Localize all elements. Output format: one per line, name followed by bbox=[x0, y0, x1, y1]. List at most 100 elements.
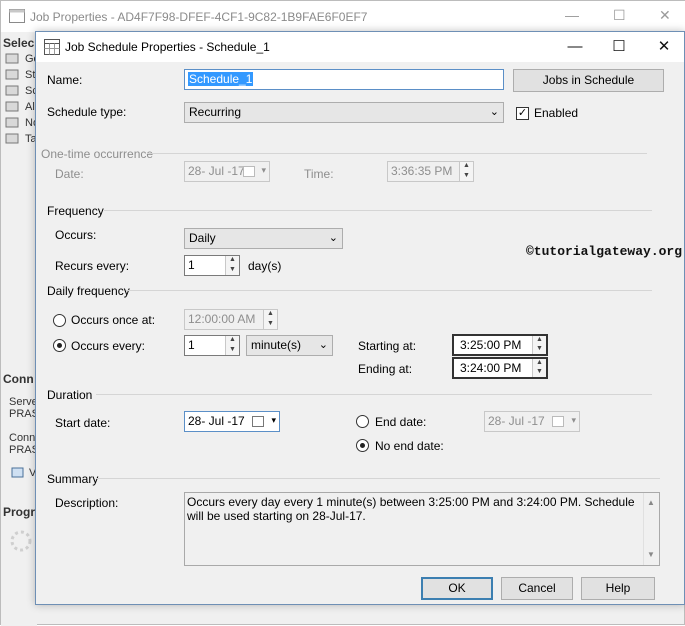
spin-up-icon: ▲ bbox=[229, 336, 236, 343]
jobs-in-schedule-button[interactable]: Jobs in Schedule bbox=[513, 69, 664, 92]
occurs-label: Occurs: bbox=[55, 228, 97, 242]
connection-icon bbox=[11, 467, 24, 478]
nav-item[interactable]: Al bbox=[25, 101, 35, 113]
occurs-every-input[interactable]: 1 ▲ ▼ bbox=[184, 335, 240, 356]
spin-up-icon: ▲ bbox=[267, 310, 274, 317]
schedule-type-value: Recurring bbox=[189, 105, 242, 119]
occurs-value: Daily bbox=[189, 231, 216, 245]
maximize-icon[interactable]: ☐ bbox=[613, 7, 626, 24]
recurs-spinner[interactable]: ▲ ▼ bbox=[225, 256, 239, 275]
one-time-date-label: Date: bbox=[55, 167, 84, 181]
dialog-titlebar: Job Schedule Properties - Schedule_1 — ☐… bbox=[36, 32, 684, 62]
schedule-type-select[interactable]: Recurring ⌄ bbox=[184, 102, 504, 123]
spin-up-icon: ▲ bbox=[463, 162, 470, 169]
dropdown-arrow-icon: ⌄ bbox=[318, 339, 328, 351]
description-textbox[interactable]: Occurs every day every 1 minute(s) betwe… bbox=[184, 492, 660, 566]
occurs-every-value: 1 bbox=[188, 338, 195, 352]
one-time-header: One-time occurrence bbox=[41, 147, 154, 161]
spin-down-icon: ▼ bbox=[536, 368, 543, 375]
description-text: Occurs every day every 1 minute(s) betwe… bbox=[187, 495, 635, 523]
summary-header: Summary bbox=[47, 472, 99, 486]
occurs-every-unit-value: minute(s) bbox=[251, 338, 302, 352]
dialog-title: Job Schedule Properties - Schedule_1 bbox=[65, 40, 270, 54]
maximize-icon[interactable]: ☐ bbox=[606, 36, 632, 58]
page-icon bbox=[5, 85, 19, 96]
recurs-every-input[interactable]: 1 ▲ ▼ bbox=[184, 255, 240, 276]
start-date-picker[interactable]: 28- Jul -17 ▾ bbox=[184, 411, 280, 432]
occurs-every-unit-select[interactable]: minute(s) ⌄ bbox=[246, 335, 333, 356]
occurs-select[interactable]: Daily ⌄ bbox=[184, 228, 343, 249]
occurs-every-radio[interactable] bbox=[53, 339, 66, 352]
end-date-label: End date: bbox=[375, 415, 427, 429]
dropdown-arrow-icon: ⌄ bbox=[328, 232, 338, 244]
minimize-icon[interactable]: — bbox=[565, 7, 579, 23]
page-icon bbox=[5, 69, 19, 80]
one-time-date-value: 28- Jul -17 bbox=[188, 164, 245, 178]
occurs-every-label: Occurs every: bbox=[71, 339, 146, 353]
one-time-date-picker[interactable]: 28- Jul -17 ▾ bbox=[184, 161, 270, 182]
background-title: Job Properties - AD4F7F98-DFEF-4CF1-9C82… bbox=[30, 10, 368, 24]
ending-at-value: 3:24:00 PM bbox=[460, 361, 522, 375]
frequency-header: Frequency bbox=[47, 204, 104, 218]
separator bbox=[96, 478, 660, 479]
start-date-label: Start date: bbox=[55, 416, 111, 430]
name-input[interactable]: Schedule_1 bbox=[184, 69, 504, 90]
occurs-once-radio[interactable] bbox=[53, 314, 66, 327]
progress-spinner-icon bbox=[10, 530, 32, 552]
separator bbox=[104, 210, 652, 211]
daily-frequency-header: Daily frequency bbox=[47, 284, 130, 298]
spin-down-icon: ▼ bbox=[229, 345, 236, 353]
dropdown-arrow-icon: ▾ bbox=[261, 165, 266, 175]
spin-down-icon: ▼ bbox=[463, 171, 470, 179]
calendar-icon bbox=[552, 416, 564, 427]
progress-header: Progr bbox=[3, 505, 36, 519]
separator bbox=[126, 290, 652, 291]
close-icon[interactable]: ✕ bbox=[651, 36, 677, 58]
scroll-down-icon[interactable]: ▼ bbox=[647, 548, 655, 562]
starting-at-input[interactable]: 3:25:00 PM ▲ ▼ bbox=[452, 334, 548, 356]
nav-item[interactable]: St bbox=[25, 69, 35, 81]
recurs-every-label: Recurs every: bbox=[55, 259, 130, 273]
one-time-time-value: 3:36:35 PM bbox=[391, 164, 453, 178]
page-icon bbox=[5, 117, 19, 128]
once-spinner[interactable]: ▲ ▼ bbox=[263, 310, 277, 329]
help-button[interactable]: Help bbox=[581, 577, 655, 600]
no-end-date-radio[interactable] bbox=[356, 439, 369, 452]
page-icon bbox=[5, 101, 19, 112]
close-icon[interactable]: ✕ bbox=[659, 7, 671, 24]
recurs-every-value: 1 bbox=[188, 258, 195, 272]
server-label: Serve bbox=[9, 396, 38, 408]
starting-at-label: Starting at: bbox=[358, 339, 417, 353]
background-titlebar: Job Properties - AD4F7F98-DFEF-4CF1-9C82… bbox=[1, 1, 685, 32]
cancel-button[interactable]: Cancel bbox=[501, 577, 573, 600]
one-time-time-input[interactable]: 3:36:35 PM ▲ ▼ bbox=[387, 161, 474, 182]
spin-down-icon: ▼ bbox=[267, 319, 274, 327]
start-date-value: 28- Jul -17 bbox=[188, 414, 245, 428]
end-date-value: 28- Jul -17 bbox=[488, 414, 545, 428]
one-time-time-label: Time: bbox=[304, 167, 334, 181]
ending-at-input[interactable]: 3:24:00 PM ▲ ▼ bbox=[452, 357, 548, 379]
starting-at-value: 3:25:00 PM bbox=[460, 338, 522, 352]
dropdown-arrow-icon: ▾ bbox=[571, 415, 576, 425]
duration-header: Duration bbox=[47, 388, 93, 402]
scroll-up-icon[interactable]: ▲ bbox=[647, 496, 655, 510]
enabled-checkbox[interactable]: ✓ bbox=[516, 107, 529, 120]
description-scrollbar[interactable]: ▲ ▼ bbox=[643, 493, 659, 565]
occurs-once-time-input[interactable]: 12:00:00 AM ▲ ▼ bbox=[184, 309, 278, 330]
ending-spinner[interactable]: ▲ ▼ bbox=[532, 359, 546, 377]
dropdown-arrow-icon: ▾ bbox=[271, 415, 276, 425]
starting-spinner[interactable]: ▲ ▼ bbox=[532, 336, 546, 354]
end-date-radio[interactable] bbox=[356, 415, 369, 428]
job-schedule-dialog: Job Schedule Properties - Schedule_1 — ☐… bbox=[35, 31, 685, 605]
minimize-icon[interactable]: — bbox=[562, 36, 588, 58]
schedule-type-label: Schedule type: bbox=[47, 105, 127, 119]
every-spinner[interactable]: ▲ ▼ bbox=[225, 336, 239, 355]
no-end-date-label: No end date: bbox=[375, 439, 444, 453]
end-date-picker[interactable]: 28- Jul -17 ▾ bbox=[484, 411, 580, 432]
separator bbox=[96, 394, 652, 395]
time-spinner[interactable]: ▲ ▼ bbox=[459, 162, 473, 181]
ok-button[interactable]: OK bbox=[421, 577, 493, 600]
name-value: Schedule_1 bbox=[188, 72, 254, 86]
recurs-unit-label: day(s) bbox=[248, 259, 282, 273]
dropdown-arrow-icon: ⌄ bbox=[489, 106, 499, 118]
